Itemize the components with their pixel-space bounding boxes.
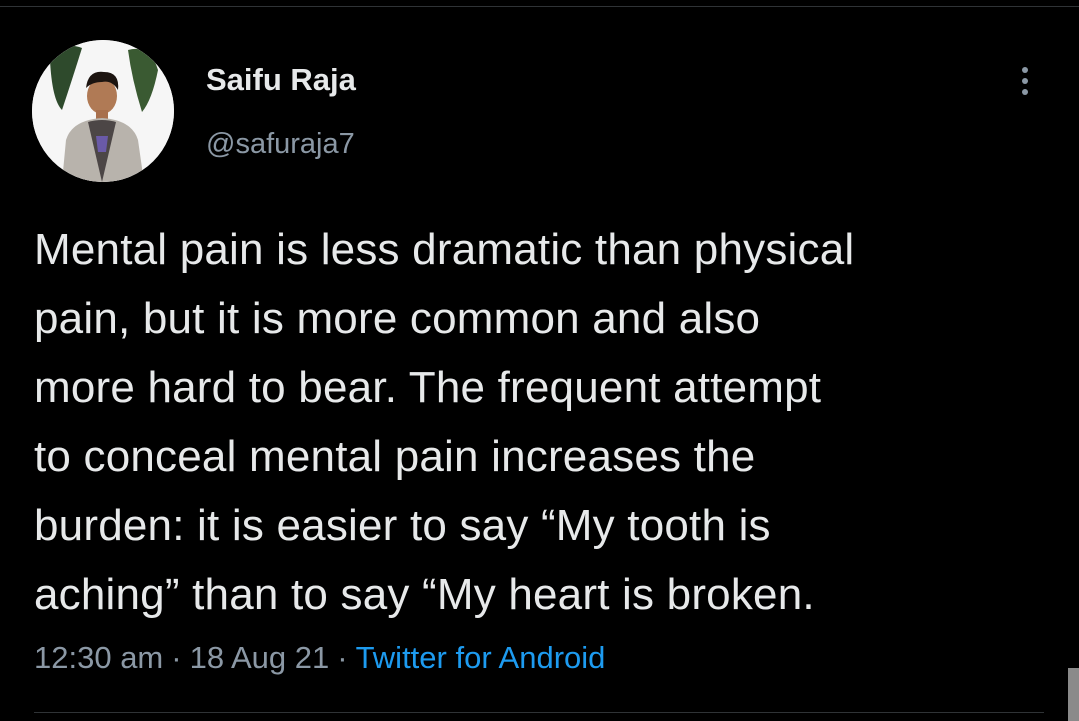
tweet-text-line: Mental pain is less dramatic than physic…	[34, 225, 855, 274]
tweet-source-link[interactable]: Twitter for Android	[356, 640, 606, 675]
tweet-text-line: pain, but it is more common and also	[34, 294, 761, 343]
top-divider	[0, 6, 1079, 7]
tweet-text: Mental pain is less dramatic than physic…	[34, 215, 1044, 629]
scrollbar[interactable]	[1068, 668, 1079, 721]
more-vertical-icon-dot	[1022, 89, 1028, 95]
tweet-date[interactable]: 18 Aug 21	[190, 640, 330, 675]
author-handle[interactable]: @safuraja7	[206, 124, 355, 164]
more-vertical-icon-dot	[1022, 78, 1028, 84]
meta-separator: ·	[171, 640, 182, 675]
tweet-text-line: to conceal mental pain increases the	[34, 432, 756, 481]
avatar[interactable]	[32, 40, 174, 182]
tweet-time[interactable]: 12:30 am	[34, 640, 163, 675]
bottom-divider	[34, 712, 1044, 713]
author-display-name[interactable]: Saifu Raja	[206, 60, 356, 100]
meta-separator: ·	[337, 640, 348, 675]
tweet-card: Saifu Raja @safuraja7 Mental pain is les…	[0, 0, 1079, 721]
avatar-photo	[32, 40, 174, 182]
more-options-button[interactable]	[1010, 58, 1040, 104]
tweet-text-line: aching” than to say “My heart is broken.	[34, 570, 815, 619]
tweet-text-line: burden: it is easier to say “My tooth is	[34, 501, 771, 550]
more-vertical-icon	[1022, 67, 1028, 73]
tweet-meta: 12:30 am · 18 Aug 21 · Twitter for Android	[34, 636, 605, 680]
tweet-text-line: more hard to bear. The frequent attempt	[34, 363, 822, 412]
